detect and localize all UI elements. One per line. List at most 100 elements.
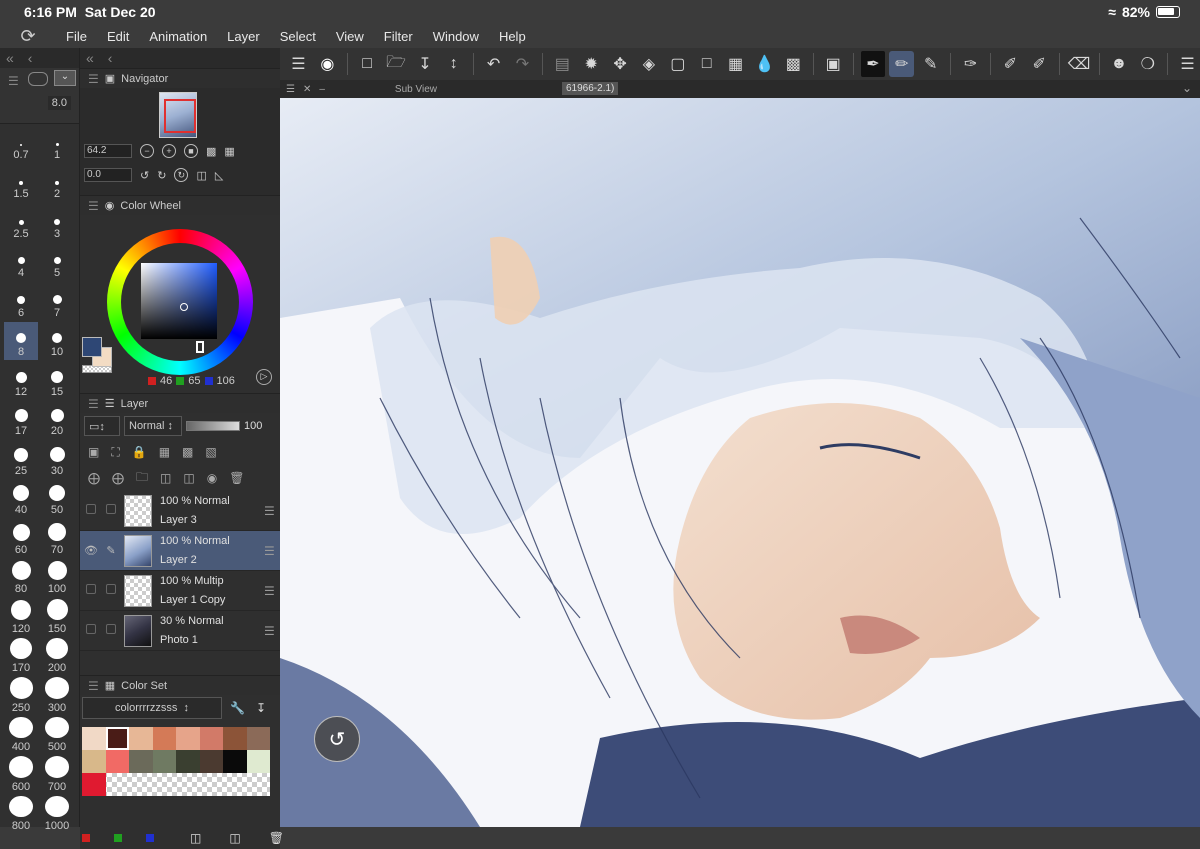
brush-size-option[interactable]: 120: [4, 598, 38, 637]
eye-icon[interactable]: 👁: [80, 544, 102, 557]
rotate-canvas-icon[interactable]: ↺: [314, 716, 360, 762]
drawing-canvas[interactable]: ↺: [280, 98, 1200, 827]
color-swatch[interactable]: [82, 773, 106, 796]
rotate-right-icon[interactable]: ↻: [157, 169, 166, 182]
panel-menu-icon[interactable]: ☰: [88, 72, 99, 86]
redo-icon[interactable]: ↷: [510, 51, 535, 77]
gradient-icon[interactable]: ▩: [781, 51, 806, 77]
export-icon[interactable]: ↕: [441, 51, 466, 77]
menu-edit[interactable]: Edit: [97, 29, 139, 44]
visibility-toggle[interactable]: [80, 504, 102, 517]
brush-size-option[interactable]: 50: [40, 480, 74, 519]
brush-size-option[interactable]: 15: [40, 361, 74, 400]
fit-window-icon[interactable]: ▩: [206, 145, 216, 158]
brush-size-option[interactable]: 17: [4, 401, 38, 440]
decoration-tool-icon[interactable]: ☻: [1106, 51, 1131, 77]
open-icon[interactable]: 🗁: [384, 51, 409, 77]
panel-menu-icon[interactable]: ☰: [88, 679, 99, 693]
new-raster-layer-icon[interactable]: ⨁: [88, 471, 100, 485]
brush-size-option[interactable]: 100: [40, 559, 74, 598]
reference-layer-icon[interactable]: ⛶: [111, 445, 119, 460]
layer-row[interactable]: 100 % Multip Layer 1 Copy ☰: [80, 571, 280, 611]
brush-size-option[interactable]: 1000: [40, 795, 74, 835]
brush-size-option[interactable]: 80: [4, 559, 38, 598]
brush-size-option[interactable]: 10: [40, 322, 74, 361]
brush-size-option[interactable]: 170: [4, 637, 38, 677]
pen-tool-icon[interactable]: ✒: [860, 51, 886, 77]
panel-menu-icon[interactable]: ☰: [286, 84, 295, 95]
brush-size-option[interactable]: 300: [40, 677, 74, 716]
color-swatch[interactable]: [176, 727, 200, 750]
airbrush-icon[interactable]: ✐: [998, 51, 1023, 77]
fill-icon[interactable]: ◈: [636, 51, 661, 77]
collapse-icon[interactable]: «: [6, 50, 14, 66]
layer-lock-toggle[interactable]: [102, 504, 120, 517]
fit-icon[interactable]: ■: [184, 144, 198, 158]
color-swatch[interactable]: [152, 727, 176, 750]
add-color-icon[interactable]: ◫: [190, 831, 201, 845]
chevron-left-icon[interactable]: ‹: [28, 50, 33, 66]
color-swatch[interactable]: [247, 773, 271, 796]
layer-menu-icon[interactable]: ☰: [264, 584, 280, 598]
merge-down-icon[interactable]: ◫: [160, 471, 171, 485]
wrench-icon[interactable]: 🔧: [230, 701, 245, 715]
chevron-left-icon[interactable]: ‹: [108, 50, 113, 66]
pencil-tool-icon[interactable]: ✎: [918, 51, 943, 77]
delete-color-icon[interactable]: 🗑: [269, 831, 284, 845]
color-swatch[interactable]: [246, 750, 270, 773]
brush-size-option[interactable]: 700: [40, 756, 74, 795]
reset-rotation-icon[interactable]: ↻: [174, 168, 189, 182]
clear-icon[interactable]: ▤: [550, 51, 575, 77]
subview-label[interactable]: Sub View: [395, 84, 437, 95]
color-swatch[interactable]: [105, 750, 129, 773]
more-icon[interactable]: ☰: [1175, 51, 1200, 77]
brush-size-option[interactable]: 30: [40, 440, 74, 479]
brush-size-option[interactable]: 8: [4, 321, 38, 360]
brush-size-option[interactable]: 2: [40, 164, 74, 203]
combine-icon[interactable]: ◫: [183, 471, 194, 485]
menu-view[interactable]: View: [326, 29, 374, 44]
opacity-value[interactable]: 100: [244, 420, 262, 432]
brush-size-option[interactable]: 40: [4, 480, 38, 519]
color-swatch[interactable]: [176, 773, 200, 796]
panel-menu-icon[interactable]: ☰: [8, 74, 19, 88]
layer-menu-icon[interactable]: ☰: [264, 504, 280, 518]
layer-row[interactable]: 👁 ✎ 100 % Normal Layer 2 ☰: [80, 531, 280, 571]
zoom-field[interactable]: 64.2: [84, 144, 132, 158]
chevron-down-icon[interactable]: ⌄: [1182, 81, 1192, 95]
color-swatch[interactable]: [82, 727, 106, 750]
document-tab[interactable]: 61966-2.1): [562, 82, 619, 95]
color-swatch[interactable]: [129, 750, 153, 773]
brush-size-option[interactable]: 5: [40, 243, 74, 282]
brush-size-option[interactable]: 500: [40, 716, 74, 756]
eraser-icon[interactable]: ⌫: [1067, 51, 1092, 77]
layer-lock-toggle[interactable]: [102, 584, 120, 597]
panel-menu-icon[interactable]: ☰: [88, 199, 99, 213]
brush-size-option[interactable]: 0.7: [4, 124, 38, 163]
marker-tool-icon[interactable]: ✑: [958, 51, 983, 77]
lock-transparency-icon[interactable]: ▦: [159, 445, 170, 459]
brush-size-option[interactable]: 60: [4, 519, 38, 558]
new-document-icon[interactable]: □: [355, 51, 380, 77]
flip-vertical-icon[interactable]: ◺: [215, 169, 223, 182]
draft-icon[interactable]: ▧: [205, 445, 216, 459]
color-swatch[interactable]: [129, 727, 153, 750]
layer-row[interactable]: 30 % Normal Photo 1 ☰: [80, 611, 280, 651]
brush-size-option[interactable]: 400: [4, 716, 38, 756]
mask-icon[interactable]: ▩: [182, 445, 193, 459]
brush-size-option[interactable]: 7: [40, 282, 74, 321]
panel-menu-icon[interactable]: ☰: [88, 397, 99, 411]
drops-icon[interactable]: 💧: [752, 51, 777, 77]
layer-menu-icon[interactable]: ☰: [264, 624, 280, 638]
trash-icon[interactable]: 🗑: [229, 471, 244, 485]
visibility-toggle[interactable]: [80, 624, 102, 637]
transform-icon[interactable]: ✥: [608, 51, 633, 77]
undo-icon[interactable]: ↶: [481, 51, 506, 77]
chevron-down-icon[interactable]: ⌄: [54, 70, 76, 86]
color-swatch[interactable]: [152, 750, 176, 773]
color-mode-icon[interactable]: ▷: [256, 369, 272, 385]
new-folder-icon[interactable]: 🗀: [136, 468, 148, 489]
minimize-icon[interactable]: –: [319, 84, 325, 95]
color-swatch[interactable]: [223, 750, 247, 773]
lock-icon[interactable]: 🔒: [132, 445, 147, 459]
